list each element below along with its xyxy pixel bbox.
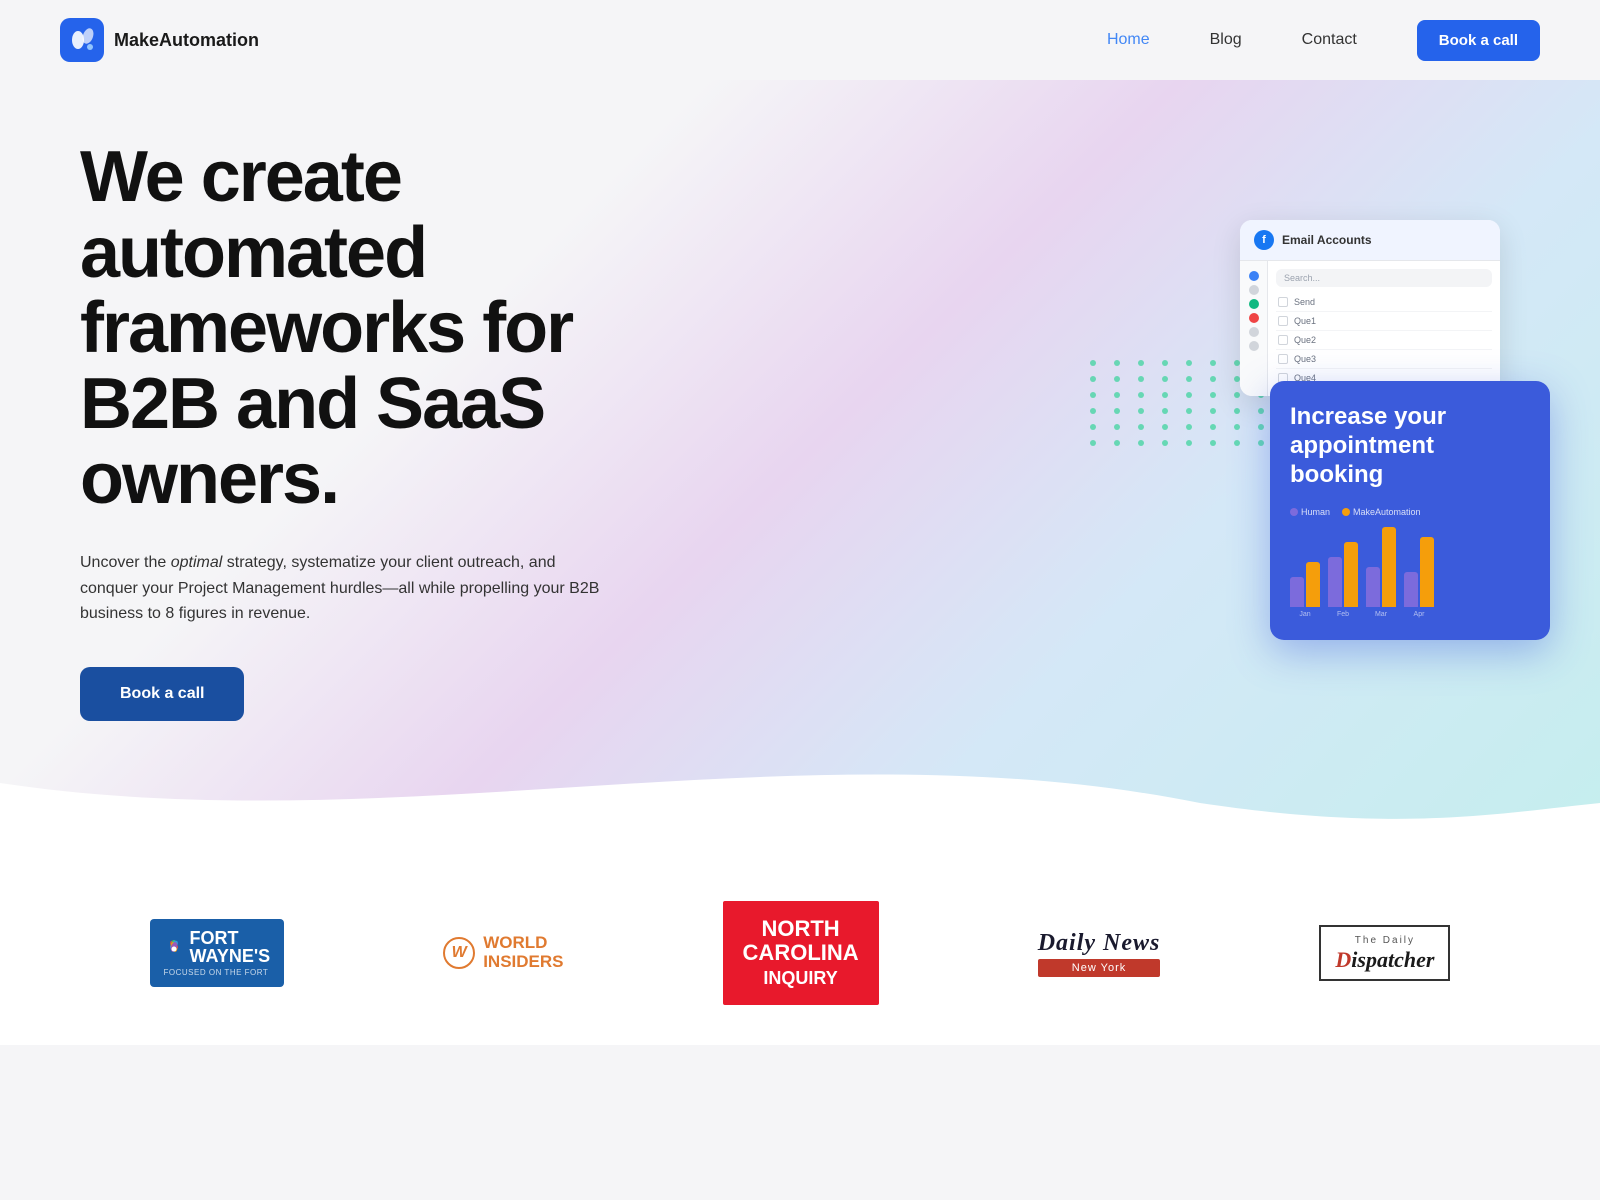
hero-description: Uncover the optimal strategy, systematiz… [80,550,600,627]
bar-group-2 [1328,542,1358,607]
navbar: MakeAutomation Home Blog Contact Book a … [0,0,1600,80]
bar-auto [1344,542,1358,607]
legend-makeautomation: MakeAutomation [1342,507,1421,517]
hero-content: We create automated frameworks for B2B a… [0,80,1600,841]
daily-dispatcher-logo: The Daily Dispatcher [1319,925,1450,981]
checkbox [1278,354,1288,364]
email-accounts-card: f Email Accounts Search... [1240,220,1500,396]
email-card-title: Email Accounts [1282,233,1372,247]
email-list-item: Que1 [1276,312,1492,331]
email-card-body: Search... Send Que1 Que2 [1240,261,1500,396]
nc-inquiry-logo: NORTHCAROLINAINQUIRY [723,901,879,1006]
logo[interactable]: MakeAutomation [60,18,259,62]
bar-group-4 [1404,537,1434,607]
logo-icon [60,18,104,62]
email-card-header: f Email Accounts [1240,220,1500,261]
bar-chart [1290,527,1530,607]
sidebar-icon [1249,271,1259,281]
bar-auto [1420,537,1434,607]
nav-links: Home Blog Contact Book a call [1107,20,1540,61]
sidebar-icon [1249,285,1259,295]
appointment-card: Increase your appointment booking Human … [1270,381,1550,640]
sidebar-icon [1249,341,1259,351]
legend-human: Human [1290,507,1330,517]
email-search-bar: Search... [1276,269,1492,287]
bar-group-3 [1366,527,1396,607]
hero-right-visuals: f Email Accounts Search... [1100,220,1520,640]
appt-card-title: Increase your appointment booking [1290,403,1530,489]
bar-human [1290,577,1304,607]
hero-section: We create automated frameworks for B2B a… [0,80,1600,841]
nav-blog[interactable]: Blog [1210,31,1242,49]
world-insiders-logo: W WORLDINSIDERS [443,934,563,971]
email-list-item: Send [1276,293,1492,312]
bar-auto [1382,527,1396,607]
hero-book-call-button[interactable]: Book a call [80,667,244,721]
sidebar-icon [1249,327,1259,337]
facebook-icon: f [1254,230,1274,250]
hero-desc-italic: optimal [171,554,223,571]
email-card-list: Search... Send Que1 Que2 [1268,261,1500,396]
nav-contact[interactable]: Contact [1302,31,1357,49]
bar-human [1404,572,1418,607]
logo-text: MakeAutomation [114,30,259,51]
email-card-sidebar [1240,261,1268,396]
chart-axis-labels: Jan Feb Mar Apr [1290,611,1530,618]
bar-human [1328,557,1342,607]
hero-title: We create automated frameworks for B2B a… [80,140,640,518]
nav-home[interactable]: Home [1107,31,1150,49]
bar-group-1 [1290,562,1320,607]
email-list-item: Que2 [1276,331,1492,350]
bar-human [1366,567,1380,607]
nbc-peacock-icon [164,937,184,957]
sidebar-icon [1249,313,1259,323]
hero-left: We create automated frameworks for B2B a… [80,140,640,721]
checkbox [1278,297,1288,307]
press-section: FORTWAYNE'S FOCUSED ON THE FORT W WORLDI… [0,841,1600,1046]
nav-book-call-button[interactable]: Book a call [1417,20,1540,61]
sidebar-icon [1249,299,1259,309]
chart-legend: Human MakeAutomation [1290,507,1530,517]
checkbox [1278,335,1288,345]
fort-wayne-logo: FORTWAYNE'S FOCUSED ON THE FORT [150,919,285,987]
hero-desc-prefix: Uncover the [80,554,171,571]
daily-news-logo: Daily News New York [1038,930,1161,977]
bar-auto [1306,562,1320,607]
checkbox [1278,316,1288,326]
email-list-item: Que3 [1276,350,1492,369]
